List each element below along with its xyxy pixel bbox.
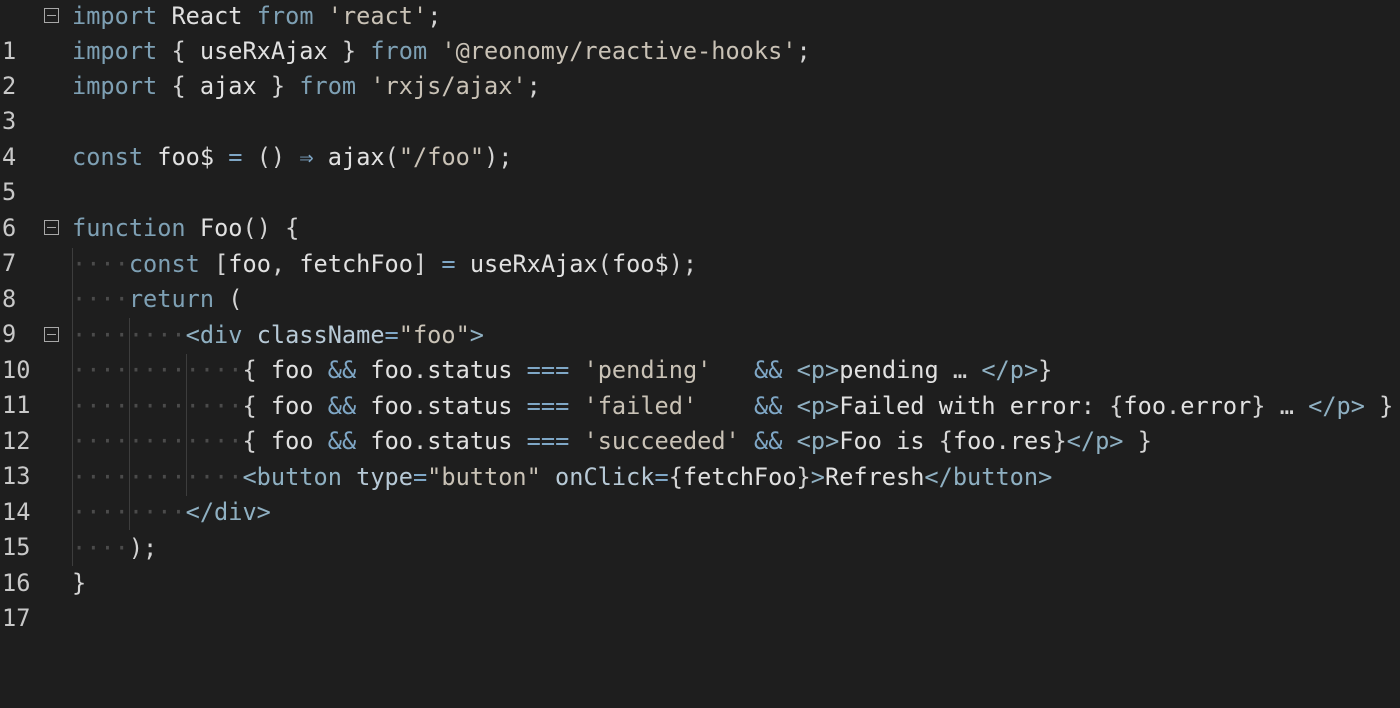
code-line: 7 function Foo() {	[0, 211, 1400, 277]
code-line: 12 ············{ foo && foo.status === '…	[0, 389, 1400, 455]
code-line: 15 ········</div>	[0, 495, 1400, 561]
code-text[interactable]: import { ajax } from 'rxjs/ajax';	[72, 69, 541, 104]
code-text[interactable]: ········</div>	[72, 495, 271, 530]
line-number: 17	[2, 604, 31, 633]
fold-toggle-icon[interactable]	[44, 327, 59, 342]
code-line: 5 const foo$ = () ⇒ ajax("/foo");	[0, 140, 1400, 206]
code-text[interactable]: import React from 'react';	[72, 0, 441, 34]
code-text[interactable]: const foo$ = () ⇒ ajax("/foo");	[72, 140, 512, 175]
code-text[interactable]: ········<div className="foo">	[72, 318, 484, 353]
code-line: 13 ············{ foo && foo.status === '…	[0, 424, 1400, 490]
code-line: 16 ····);	[0, 531, 1400, 597]
code-line: 2 import { useRxAjax } from '@reonomy/re…	[0, 34, 1400, 100]
code-text[interactable]: ············{ foo && foo.status === 'pen…	[72, 353, 1052, 388]
code-line: 4	[0, 105, 1400, 171]
code-line: 6	[0, 176, 1400, 242]
code-line: 11 ············{ foo && foo.status === '…	[0, 353, 1400, 419]
code-text[interactable]: ············<button type="button" onClic…	[72, 460, 1052, 495]
code-editor[interactable]: 1 import React from 'react'; 2 import { …	[0, 0, 1400, 632]
code-line: 17 }	[0, 566, 1400, 632]
code-line: 1 import React from 'react';	[0, 0, 1400, 65]
code-line: 9 ····return (	[0, 282, 1400, 348]
code-line: 14 ············<button type="button" onC…	[0, 460, 1400, 526]
code-line: 8 ····const [foo, fetchFoo] = useRxAjax(…	[0, 247, 1400, 313]
code-line: 10 ········<div className="foo">	[0, 318, 1400, 384]
code-text[interactable]: ············{ foo && foo.status === 'fai…	[72, 389, 1393, 424]
code-text[interactable]: ····const [foo, fetchFoo] = useRxAjax(fo…	[72, 247, 697, 282]
code-text[interactable]: function Foo() {	[72, 211, 299, 246]
code-text[interactable]: ············{ foo && foo.status === 'suc…	[72, 424, 1152, 459]
fold-toggle-icon[interactable]	[44, 8, 59, 23]
code-text[interactable]: import { useRxAjax } from '@reonomy/reac…	[72, 34, 811, 69]
code-line: 3 import { ajax } from 'rxjs/ajax';	[0, 69, 1400, 135]
fold-toggle-icon[interactable]	[44, 220, 59, 235]
code-text[interactable]: ····return (	[72, 282, 242, 317]
code-text[interactable]: ····);	[72, 531, 157, 566]
code-text[interactable]: }	[72, 566, 86, 601]
